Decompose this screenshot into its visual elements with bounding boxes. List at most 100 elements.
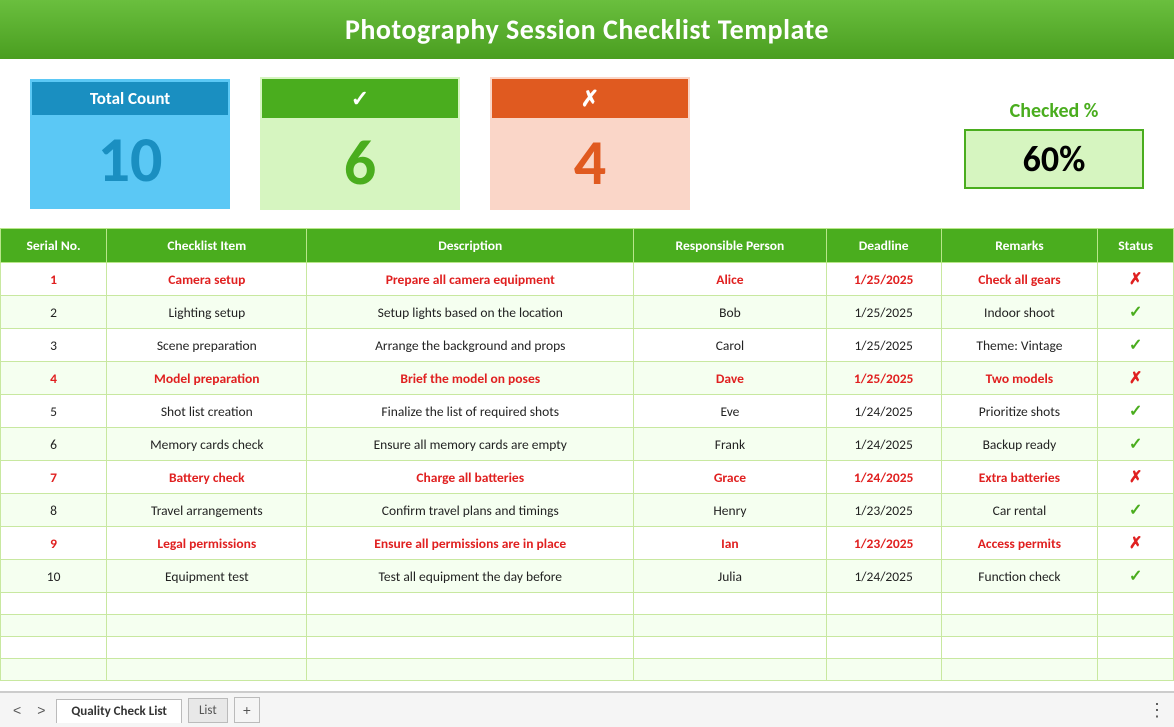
table-row: 8 Travel arrangements Confirm travel pla… xyxy=(1,494,1174,527)
summary-row: Total Count 10 ✓ 6 ✗ 4 Checked % 60% xyxy=(0,59,1174,228)
col-status: Status xyxy=(1098,229,1174,263)
col-item: Checklist Item xyxy=(107,229,307,263)
cell-status: ✗ xyxy=(1098,527,1174,560)
cell-status: ✗ xyxy=(1098,461,1174,494)
table-row: 4 Model preparation Brief the model on p… xyxy=(1,362,1174,395)
cell-deadline: 1/25/2025 xyxy=(826,362,941,395)
cell-person: Julia xyxy=(634,560,827,593)
table-header-row: Serial No. Checklist Item Description Re… xyxy=(1,229,1174,263)
status-check-icon: ✓ xyxy=(1129,501,1142,520)
nav-next-button[interactable]: > xyxy=(32,700,50,720)
cell-description: Brief the model on poses xyxy=(307,362,634,395)
cell-remarks: Access permits xyxy=(941,527,1098,560)
table-row: 7 Battery check Charge all batteries Gra… xyxy=(1,461,1174,494)
total-count-card: Total Count 10 xyxy=(30,79,230,209)
cell-serial: 8 xyxy=(1,494,107,527)
cell-item: Memory cards check xyxy=(107,428,307,461)
cell-remarks: Check all gears xyxy=(941,263,1098,296)
table-row: 3 Scene preparation Arrange the backgrou… xyxy=(1,329,1174,362)
cell-remarks: Prioritize shots xyxy=(941,395,1098,428)
cell-description: Confirm travel plans and timings xyxy=(307,494,634,527)
bottom-bar: < > Quality Check List List + ⋮ xyxy=(0,691,1174,727)
cell-deadline: 1/25/2025 xyxy=(826,263,941,296)
empty-row xyxy=(1,615,1174,637)
cell-person: Bob xyxy=(634,296,827,329)
status-check-icon: ✓ xyxy=(1129,435,1142,454)
unchecked-icon: ✗ xyxy=(492,79,688,118)
cell-remarks: Backup ready xyxy=(941,428,1098,461)
cell-description: Finalize the list of required shots xyxy=(307,395,634,428)
cell-item: Lighting setup xyxy=(107,296,307,329)
cell-remarks: Two models xyxy=(941,362,1098,395)
cell-remarks: Indoor shoot xyxy=(941,296,1098,329)
col-remarks: Remarks xyxy=(941,229,1098,263)
cell-item: Equipment test xyxy=(107,560,307,593)
unchecked-card: ✗ 4 xyxy=(490,77,690,210)
empty-row xyxy=(1,593,1174,615)
cell-item: Legal permissions xyxy=(107,527,307,560)
cell-person: Eve xyxy=(634,395,827,428)
percent-box: 60% xyxy=(964,129,1144,189)
cell-item: Model preparation xyxy=(107,362,307,395)
col-serial: Serial No. xyxy=(1,229,107,263)
total-count-label: Total Count xyxy=(32,82,228,115)
cell-description: Charge all batteries xyxy=(307,461,634,494)
status-check-icon: ✓ xyxy=(1129,402,1142,421)
cell-remarks: Function check xyxy=(941,560,1098,593)
table-row: 6 Memory cards check Ensure all memory c… xyxy=(1,428,1174,461)
cell-description: Setup lights based on the location xyxy=(307,296,634,329)
cell-remarks: Car rental xyxy=(941,494,1098,527)
cell-description: Ensure all permissions are in place xyxy=(307,527,634,560)
cell-deadline: 1/24/2025 xyxy=(826,395,941,428)
status-x-icon: ✗ xyxy=(1129,534,1142,553)
cell-person: Grace xyxy=(634,461,827,494)
cell-status: ✓ xyxy=(1098,494,1174,527)
tab-list[interactable]: List xyxy=(188,698,228,723)
cell-person: Dave xyxy=(634,362,827,395)
cell-deadline: 1/25/2025 xyxy=(826,329,941,362)
cell-remarks: Extra batteries xyxy=(941,461,1098,494)
checklist-table: Serial No. Checklist Item Description Re… xyxy=(0,228,1174,681)
cell-description: Ensure all memory cards are empty xyxy=(307,428,634,461)
cell-serial: 2 xyxy=(1,296,107,329)
cell-item: Scene preparation xyxy=(107,329,307,362)
cell-person: Carol xyxy=(634,329,827,362)
status-x-icon: ✗ xyxy=(1129,270,1142,289)
table-row: 2 Lighting setup Setup lights based on t… xyxy=(1,296,1174,329)
cell-person: Ian xyxy=(634,527,827,560)
page-header: Photography Session Checklist Template xyxy=(0,0,1174,59)
cell-person: Frank xyxy=(634,428,827,461)
nav-prev-button[interactable]: < xyxy=(8,700,26,720)
empty-row xyxy=(1,637,1174,659)
cell-deadline: 1/24/2025 xyxy=(826,461,941,494)
percent-value: 60% xyxy=(1023,137,1086,181)
cell-status: ✓ xyxy=(1098,329,1174,362)
tab-quality-check-list[interactable]: Quality Check List xyxy=(56,699,182,723)
col-person: Responsible Person xyxy=(634,229,827,263)
cell-serial: 7 xyxy=(1,461,107,494)
cell-status: ✓ xyxy=(1098,395,1174,428)
page-title: Photography Session Checklist Template xyxy=(0,12,1174,47)
cell-serial: 9 xyxy=(1,527,107,560)
cell-status: ✗ xyxy=(1098,263,1174,296)
cell-deadline: 1/24/2025 xyxy=(826,428,941,461)
cell-status: ✓ xyxy=(1098,296,1174,329)
checked-icon: ✓ xyxy=(262,79,458,118)
cell-serial: 4 xyxy=(1,362,107,395)
add-tab-button[interactable]: + xyxy=(234,697,260,723)
more-options-icon[interactable]: ⋮ xyxy=(1148,699,1166,721)
status-x-icon: ✗ xyxy=(1129,468,1142,487)
status-check-icon: ✓ xyxy=(1129,336,1142,355)
cell-serial: 3 xyxy=(1,329,107,362)
cell-serial: 10 xyxy=(1,560,107,593)
cell-deadline: 1/25/2025 xyxy=(826,296,941,329)
status-check-icon: ✓ xyxy=(1129,567,1142,586)
cell-serial: 1 xyxy=(1,263,107,296)
cell-status: ✓ xyxy=(1098,428,1174,461)
total-count-value: 10 xyxy=(98,115,163,205)
cell-status: ✗ xyxy=(1098,362,1174,395)
status-check-icon: ✓ xyxy=(1129,303,1142,322)
checked-value: 6 xyxy=(344,118,376,208)
percent-card: Checked % 60% xyxy=(964,99,1144,189)
cell-description: Prepare all camera equipment xyxy=(307,263,634,296)
